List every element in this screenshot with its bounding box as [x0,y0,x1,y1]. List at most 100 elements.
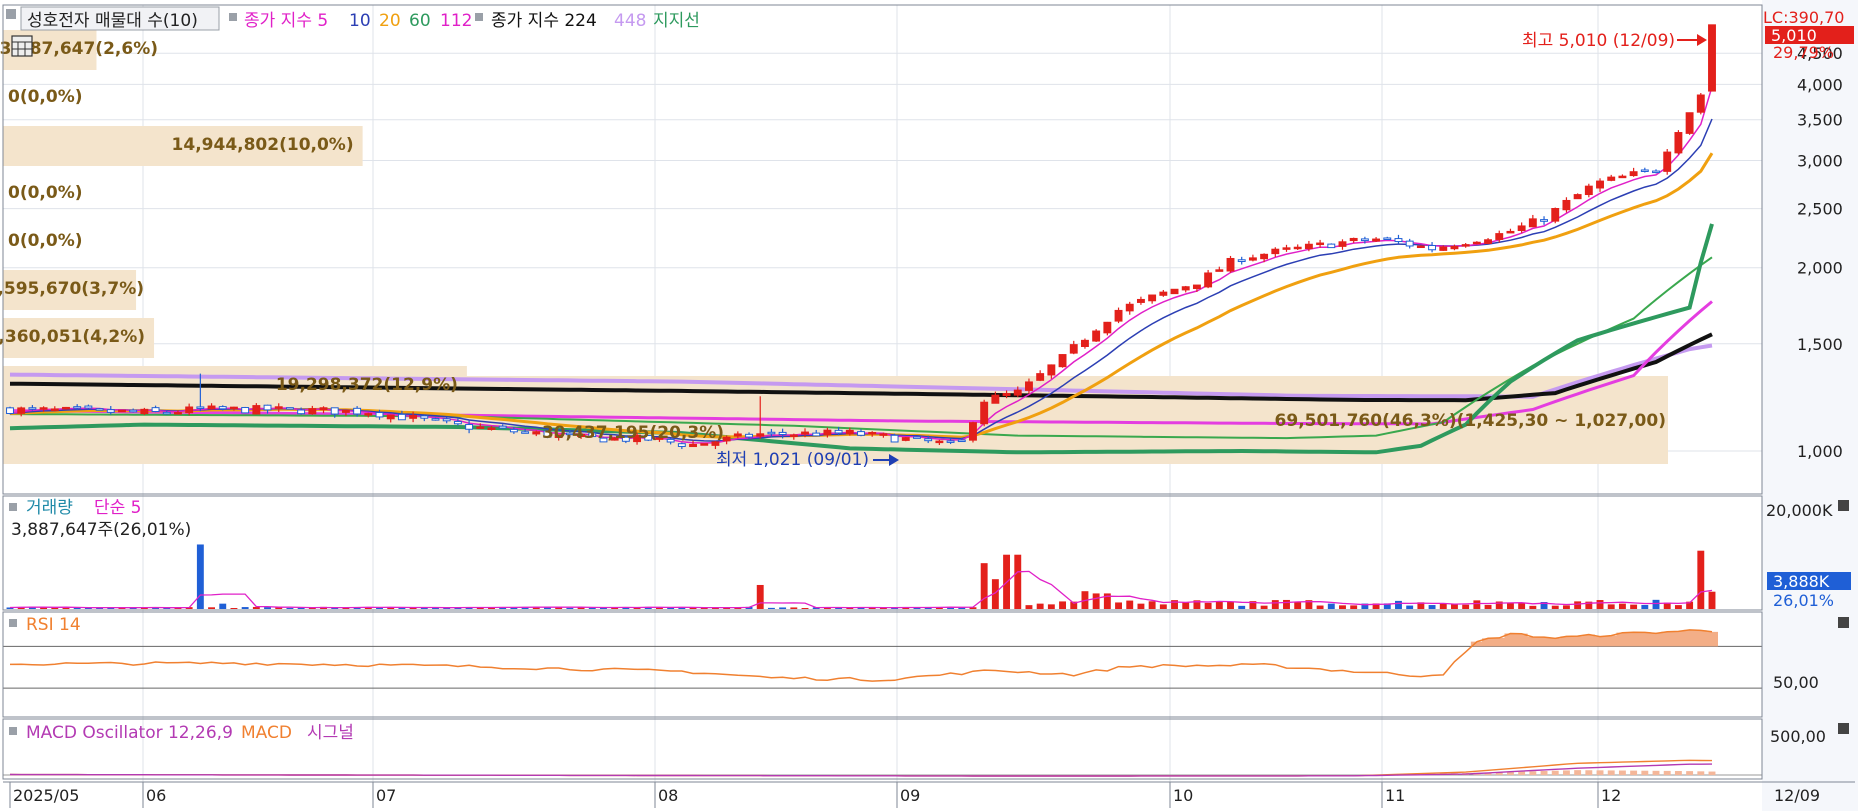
candle-body [341,409,350,413]
volume-bar [1137,603,1145,609]
macd-title: MACD Oscillator 12,26,9 [26,723,233,743]
macd-label: MACD [241,723,292,743]
volume-bar [980,563,988,609]
candle-body [1528,218,1537,228]
candle-body [1708,24,1716,92]
candle-body [498,425,507,429]
volume-profile-label: 6,360,051(4,2%) [0,327,145,347]
candle-body [73,406,82,409]
candle-body [1551,208,1560,222]
candle-body [274,406,283,409]
volume-profile-label: 19,298,372(12,9%) [276,375,458,395]
candle-body [185,406,194,414]
volume-bar [1025,605,1033,609]
volume-bar [1630,604,1638,609]
date-label: 09 [900,786,920,805]
candle-body [420,415,429,419]
candle-body [1338,241,1347,247]
legend-bullet-icon [9,503,17,511]
candle-body [689,443,697,448]
candle-body [1596,180,1604,189]
macd-histogram-bar [1630,770,1638,776]
candle-body [1562,199,1571,211]
volume-bar [1618,603,1626,609]
volume-bar [1014,554,1022,609]
candle-body [778,431,787,436]
candle-body [118,409,126,413]
candle-body [84,405,93,409]
candle-body [700,443,709,446]
candle-body [1271,248,1280,255]
macd-histogram-bar [1663,770,1671,776]
macd-histogram-bar [1540,771,1548,776]
candle-body [991,394,1000,404]
volume-bar [1641,604,1649,609]
candle-body [1327,243,1336,249]
candle-body [1416,245,1425,249]
volume-bar [1260,605,1268,609]
price-axis-tick: 4,000 [1797,75,1843,94]
candle-body [1226,257,1235,272]
candle-body [1394,238,1403,243]
candle-body [431,418,440,421]
candle-body [1439,246,1448,251]
candle-body [1540,219,1548,222]
calculator-icon[interactable] [11,35,33,57]
volume-bar [801,608,809,609]
price-axis-tick: 3,500 [1797,111,1843,130]
volume-bar [1607,604,1615,609]
candle-body [913,436,921,439]
volume-profile-label: 30,437,195(20,3%) [542,423,724,443]
volume-bar [779,607,787,609]
candle-body [1058,354,1067,368]
candle-body [1506,230,1515,234]
candle-body [386,414,395,420]
volume-bar [566,607,574,609]
legend-ma20: 20 [379,11,401,31]
macd-histogram-bar [1697,771,1705,776]
candle-body [263,404,272,411]
volume-bar [1462,604,1470,609]
candle-body [767,431,776,435]
price-axis-tick: 2,500 [1797,200,1843,219]
volume-bar [1529,605,1537,609]
rsi-panel-menu-icon[interactable] [1838,617,1849,628]
date-label: 12 [1601,786,1621,805]
volume-pct: 26,01% [1773,591,1834,610]
legend-ma112: 112 [440,11,472,31]
candle-body [140,408,149,415]
date-label: 08 [658,786,678,805]
candle-body [229,406,238,410]
macd-panel-menu-icon[interactable] [1838,723,1849,734]
candle-body [1293,246,1302,250]
candle-body [946,440,955,443]
current-date-label: 12/09 [1774,786,1820,805]
legend-ma10: 10 [349,11,371,31]
candle-body [285,407,294,410]
volume-bar [252,606,260,609]
volume-axis-tick: 20,000K [1766,501,1833,520]
volume-bar [1148,601,1156,609]
volume-bar [1126,600,1134,609]
candle-body [801,431,809,435]
volume-bar [1674,605,1682,609]
volume-panel-menu-icon[interactable] [1838,500,1849,511]
candle-body [1248,257,1257,261]
volume-profile-label: 14,944,802(10,0%) [172,135,354,155]
legend-ma60: 60 [409,11,431,31]
volume-bar [1316,605,1324,609]
candle-body [218,406,227,410]
candle-body [1360,238,1369,242]
candle-body [1517,225,1526,231]
volume-badge-text: 3,888K [1773,572,1830,591]
macd-histogram-bar [1562,770,1570,776]
candle-body [1047,364,1056,376]
candle-body [789,434,798,437]
volume-bar [756,584,764,609]
candle-body [308,408,317,415]
volume-bar [1204,602,1212,609]
volume-bar [1395,600,1402,609]
candle-body [95,408,104,411]
candle-body [1372,238,1381,242]
candle-body [1148,294,1157,302]
